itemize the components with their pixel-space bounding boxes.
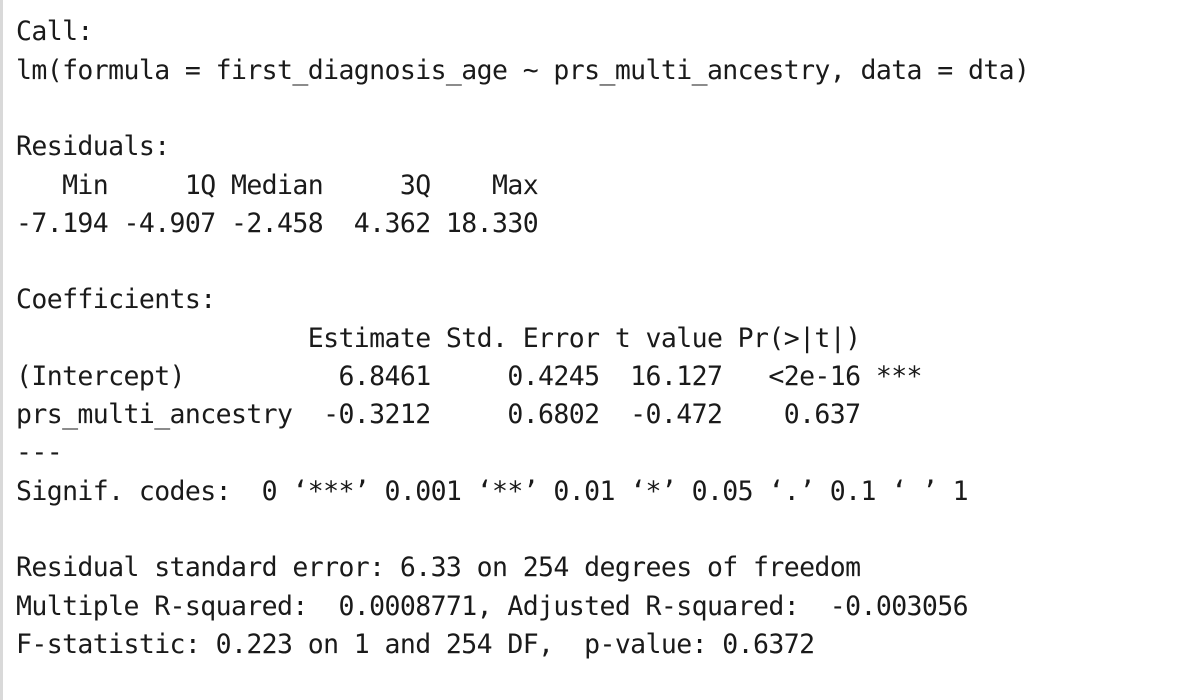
residuals-heading: Residuals: bbox=[16, 131, 170, 162]
residuals-values-row: -7.194 -4.907 -2.458 4.362 18.330 bbox=[16, 208, 554, 239]
r-squared-line: Multiple R-squared: 0.0008771, Adjusted … bbox=[16, 591, 984, 622]
residuals-header-row: Min 1Q Median 3Q Max bbox=[16, 170, 554, 201]
f-statistic-line: F-statistic: 0.223 on 1 and 254 DF, p-va… bbox=[16, 629, 815, 660]
call-heading: Call: bbox=[16, 16, 93, 47]
coefficients-row-intercept: (Intercept) 6.8461 0.4245 16.127 <2e-16 … bbox=[16, 361, 923, 392]
call-formula: lm(formula = first_diagnosis_age ~ prs_m… bbox=[16, 55, 1030, 86]
coefficients-row-prs: prs_multi_ancestry -0.3212 0.6802 -0.472… bbox=[16, 399, 922, 430]
signif-codes: Signif. codes: 0 ‘***’ 0.001 ‘**’ 0.01 ‘… bbox=[16, 476, 969, 507]
r-console-output: Call: lm(formula = first_diagnosis_age ~… bbox=[0, 0, 1202, 700]
residual-standard-error: Residual standard error: 6.33 on 254 deg… bbox=[16, 552, 861, 583]
coefficients-heading: Coefficients: bbox=[16, 284, 216, 315]
separator-line: --- bbox=[16, 437, 63, 468]
coefficients-header-row: Estimate Std. Error t value Pr(>|t|) bbox=[16, 323, 922, 354]
